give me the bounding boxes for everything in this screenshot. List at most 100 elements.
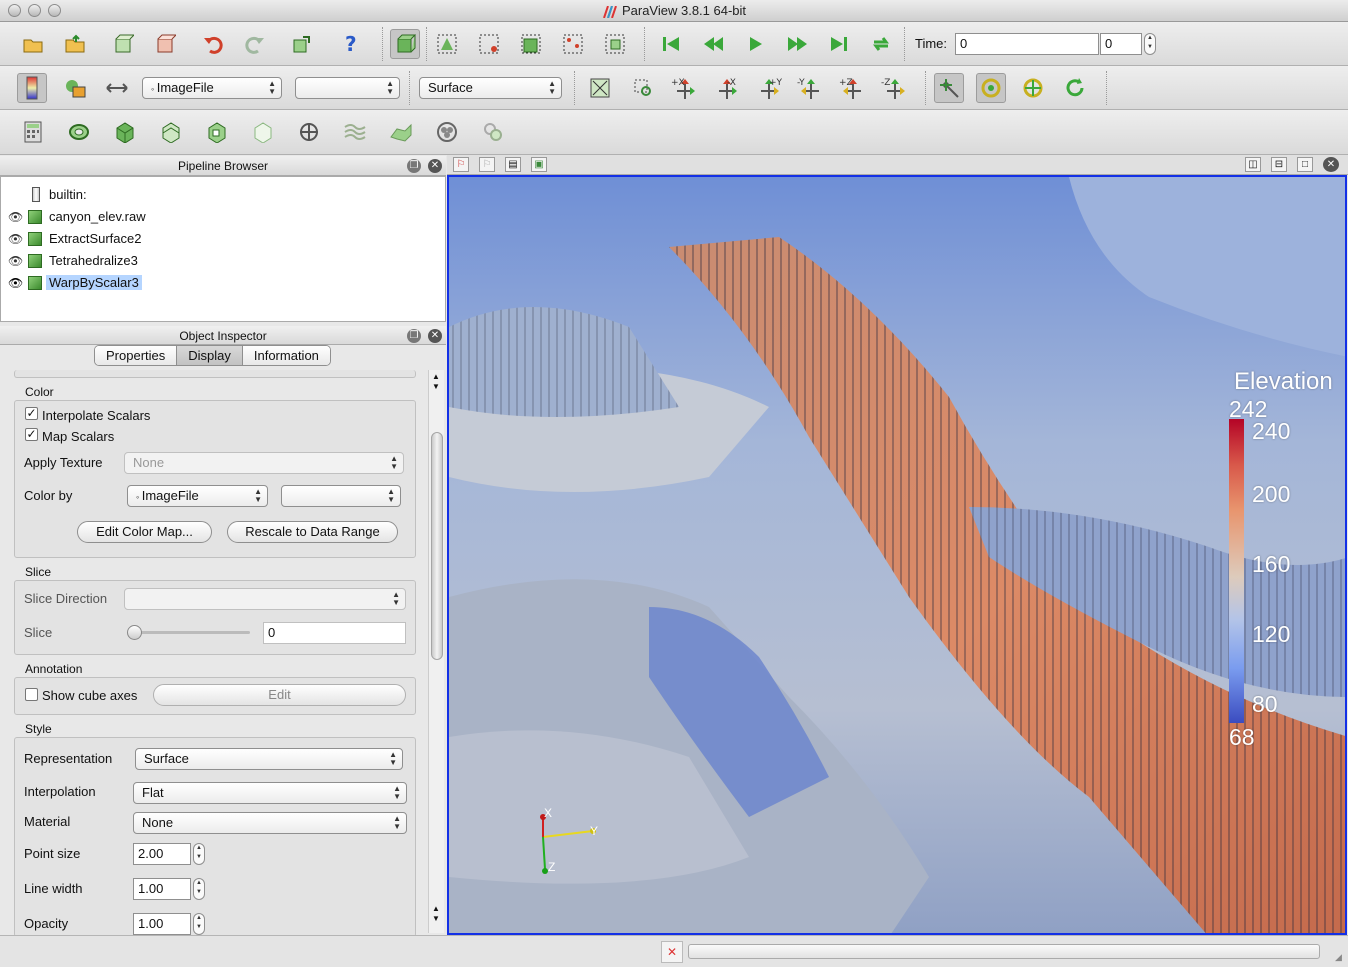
next-frame-icon[interactable]: [782, 29, 812, 59]
loop-icon[interactable]: [866, 29, 896, 59]
representation-style-select[interactable]: Surface ▲ ▼: [135, 748, 403, 770]
minimize-window-icon[interactable]: [28, 4, 41, 17]
point-size-stepper[interactable]: ▲ ▼: [193, 843, 205, 865]
previous-frame-icon[interactable]: [698, 29, 728, 59]
pipeline-item[interactable]: 👁 canyon_elev.raw: [1, 206, 441, 228]
opacity-input[interactable]: 1.00: [133, 913, 191, 935]
color-array-select[interactable]: ◦ ImageFile ▲ ▼: [142, 77, 282, 99]
select-cells-frustum-icon[interactable]: [516, 29, 546, 59]
pipeline-item[interactable]: 👁 ExtractSurface2: [1, 228, 441, 250]
show-cube-axes-checkbox[interactable]: [25, 688, 38, 701]
split-horizontal-icon[interactable]: ◫: [1245, 157, 1261, 172]
view-plus-y-button[interactable]: +Y: [754, 73, 784, 103]
rescale-to-data-range-button[interactable]: Rescale to Data Range: [227, 521, 398, 543]
split-vertical-icon[interactable]: ⊟: [1271, 157, 1287, 172]
inspector-scroll-thumb[interactable]: [431, 432, 443, 660]
select-points-frustum-icon[interactable]: [558, 29, 588, 59]
scroll-down-icon[interactable]: ▲ ▼: [432, 904, 440, 924]
undock-icon[interactable]: ❐: [407, 329, 421, 343]
glyph-icon[interactable]: [294, 117, 324, 147]
close-view-icon[interactable]: ✕: [1323, 157, 1339, 172]
window-controls[interactable]: [8, 4, 61, 17]
opacity-stepper[interactable]: ▲ ▼: [193, 913, 205, 935]
edit-color-map-button[interactable]: Edit Color Map...: [77, 521, 212, 543]
first-frame-icon[interactable]: [656, 29, 686, 59]
zoom-window-icon[interactable]: [48, 4, 61, 17]
slice-slider-handle[interactable]: [127, 625, 142, 640]
slice-direction-select[interactable]: ▲ ▼: [124, 588, 406, 610]
inspector-scrollbar[interactable]: ▲ ▼ ▲ ▼: [428, 370, 444, 933]
show-center-icon[interactable]: [934, 73, 964, 103]
pick-center-icon[interactable]: [1018, 73, 1048, 103]
view-settings-icon[interactable]: ⚐: [479, 157, 495, 172]
load-state-icon[interactable]: [108, 29, 138, 59]
threshold-icon[interactable]: [202, 117, 232, 147]
calculator-icon[interactable]: [18, 117, 48, 147]
tab-information[interactable]: Information: [242, 346, 330, 365]
interact-icon[interactable]: [390, 29, 420, 59]
undock-icon[interactable]: ❐: [407, 159, 421, 173]
select-block-icon[interactable]: [600, 29, 630, 59]
pipeline-item[interactable]: 👁 Tetrahedralize3: [1, 250, 441, 272]
time-input[interactable]: 0: [955, 33, 1099, 55]
rotate-center-icon[interactable]: [1060, 73, 1090, 103]
representation-select[interactable]: Surface ▲ ▼: [419, 77, 562, 99]
slice-icon[interactable]: [156, 117, 186, 147]
save-state-icon[interactable]: [150, 29, 180, 59]
edit-color-map-icon[interactable]: [60, 73, 90, 103]
eye-visibility-icon[interactable]: 👁: [8, 233, 23, 245]
contour-icon[interactable]: [64, 117, 94, 147]
close-panel-icon[interactable]: ✕: [428, 159, 442, 173]
resize-grip-icon[interactable]: ◢: [1335, 952, 1345, 964]
tab-display[interactable]: Display: [177, 346, 243, 365]
slice-input[interactable]: 0: [263, 622, 406, 644]
open-file-icon[interactable]: [18, 29, 48, 59]
extract-level-icon[interactable]: [478, 117, 508, 147]
pipeline-item-selected[interactable]: 👁 WarpByScalar3: [1, 272, 441, 294]
color-by-select[interactable]: ◦ ImageFile ▲ ▼: [127, 485, 268, 507]
open-folder-icon[interactable]: [60, 29, 90, 59]
rescale-range-icon[interactable]: [102, 73, 132, 103]
help-icon[interactable]: ?: [336, 29, 366, 59]
component-select[interactable]: ▲ ▼: [295, 77, 400, 99]
interpolate-scalars-checkbox[interactable]: ✓: [25, 407, 38, 420]
view-plus-z-button[interactable]: +Z: [838, 73, 868, 103]
render-view[interactable]: X Y Z Elevation 242 240 200 160 120 80 6…: [447, 175, 1347, 935]
camera-redo-icon[interactable]: ▣: [531, 157, 547, 172]
interpolation-select[interactable]: Flat ▲ ▼: [133, 782, 407, 804]
eye-visibility-icon[interactable]: 👁: [8, 277, 23, 289]
line-width-input[interactable]: 1.00: [133, 878, 191, 900]
close-panel-icon[interactable]: ✕: [428, 329, 442, 343]
material-select[interactable]: None ▲ ▼: [133, 812, 407, 834]
undo-icon[interactable]: [198, 29, 228, 59]
connect-icon[interactable]: [287, 29, 317, 59]
toggle-color-legend-icon[interactable]: [17, 73, 47, 103]
view-minus-z-button[interactable]: -Z: [880, 73, 910, 103]
reset-center-icon[interactable]: [976, 73, 1006, 103]
map-scalars-checkbox[interactable]: ✓: [25, 428, 38, 441]
redo-icon[interactable]: [240, 29, 270, 59]
extract-subset-icon[interactable]: [248, 117, 278, 147]
point-size-input[interactable]: 2.00: [133, 843, 191, 865]
select-points-surface-icon[interactable]: [474, 29, 504, 59]
select-cells-surface-icon[interactable]: [432, 29, 462, 59]
pipeline-server[interactable]: builtin:: [1, 184, 441, 206]
warp-icon[interactable]: [386, 117, 416, 147]
maximize-view-icon[interactable]: □: [1297, 157, 1313, 172]
abort-icon[interactable]: ✕: [661, 941, 683, 963]
view-plus-x-button[interactable]: +X: [670, 73, 700, 103]
view-minus-x-button[interactable]: -X: [712, 73, 742, 103]
camera-undo-icon[interactable]: ▤: [505, 157, 521, 172]
stream-tracer-icon[interactable]: [340, 117, 370, 147]
cube-axes-edit-button[interactable]: Edit: [153, 684, 406, 706]
clip-icon[interactable]: [110, 117, 140, 147]
line-width-stepper[interactable]: ▲ ▼: [193, 878, 205, 900]
close-window-icon[interactable]: [8, 4, 21, 17]
zoom-to-box-icon[interactable]: [628, 73, 658, 103]
eye-visibility-icon[interactable]: 👁: [8, 255, 23, 267]
reset-camera-icon[interactable]: [585, 73, 615, 103]
scroll-up-icon[interactable]: ▲ ▼: [432, 372, 440, 392]
view-minus-y-button[interactable]: -Y: [796, 73, 826, 103]
tab-properties[interactable]: Properties: [95, 346, 178, 365]
apply-texture-select[interactable]: None ▲ ▼: [124, 452, 404, 474]
